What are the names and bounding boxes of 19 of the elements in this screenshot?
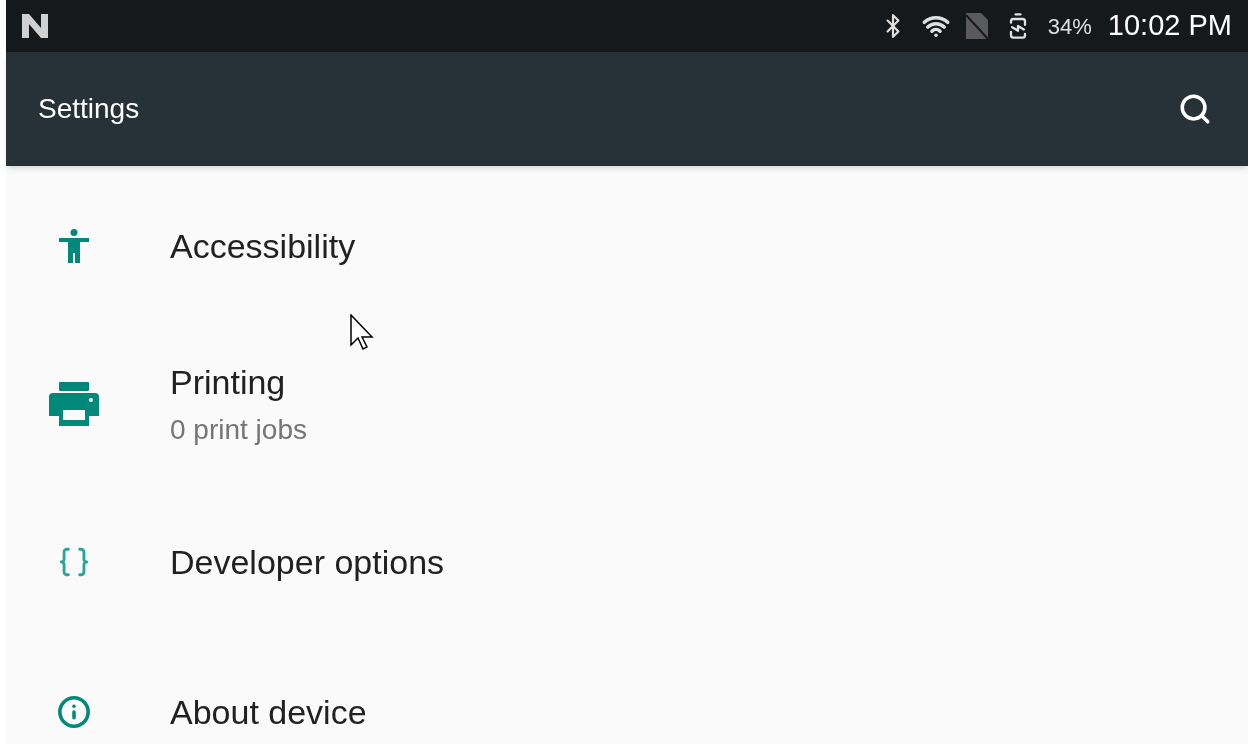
battery-percent: 34% [1047, 12, 1092, 41]
n-logo-icon [22, 14, 48, 38]
item-title: About device [170, 691, 367, 733]
item-title: Printing [170, 362, 287, 404]
accessibility-person-icon [59, 229, 89, 263]
settings-item[interactable]: Developer options [6, 530, 1248, 594]
item-summary: 0 print jobs [170, 412, 307, 447]
settings-item[interactable]: Accessibility [6, 214, 1248, 278]
mouse-pointer-icon [350, 314, 374, 350]
toolbar-title: Settings [38, 92, 141, 126]
printer-icon [49, 382, 99, 426]
settings-item[interactable]: About device [6, 680, 1248, 744]
no-sim-icon [965, 13, 988, 39]
settings-item[interactable]: Printing 0 print jobs [6, 364, 1248, 444]
item-title: Accessibility [170, 225, 356, 267]
item-title: Developer options [170, 541, 445, 583]
braces-icon [57, 545, 91, 579]
info-icon [57, 695, 91, 729]
clock-time: 10:02 PM [1107, 8, 1232, 44]
